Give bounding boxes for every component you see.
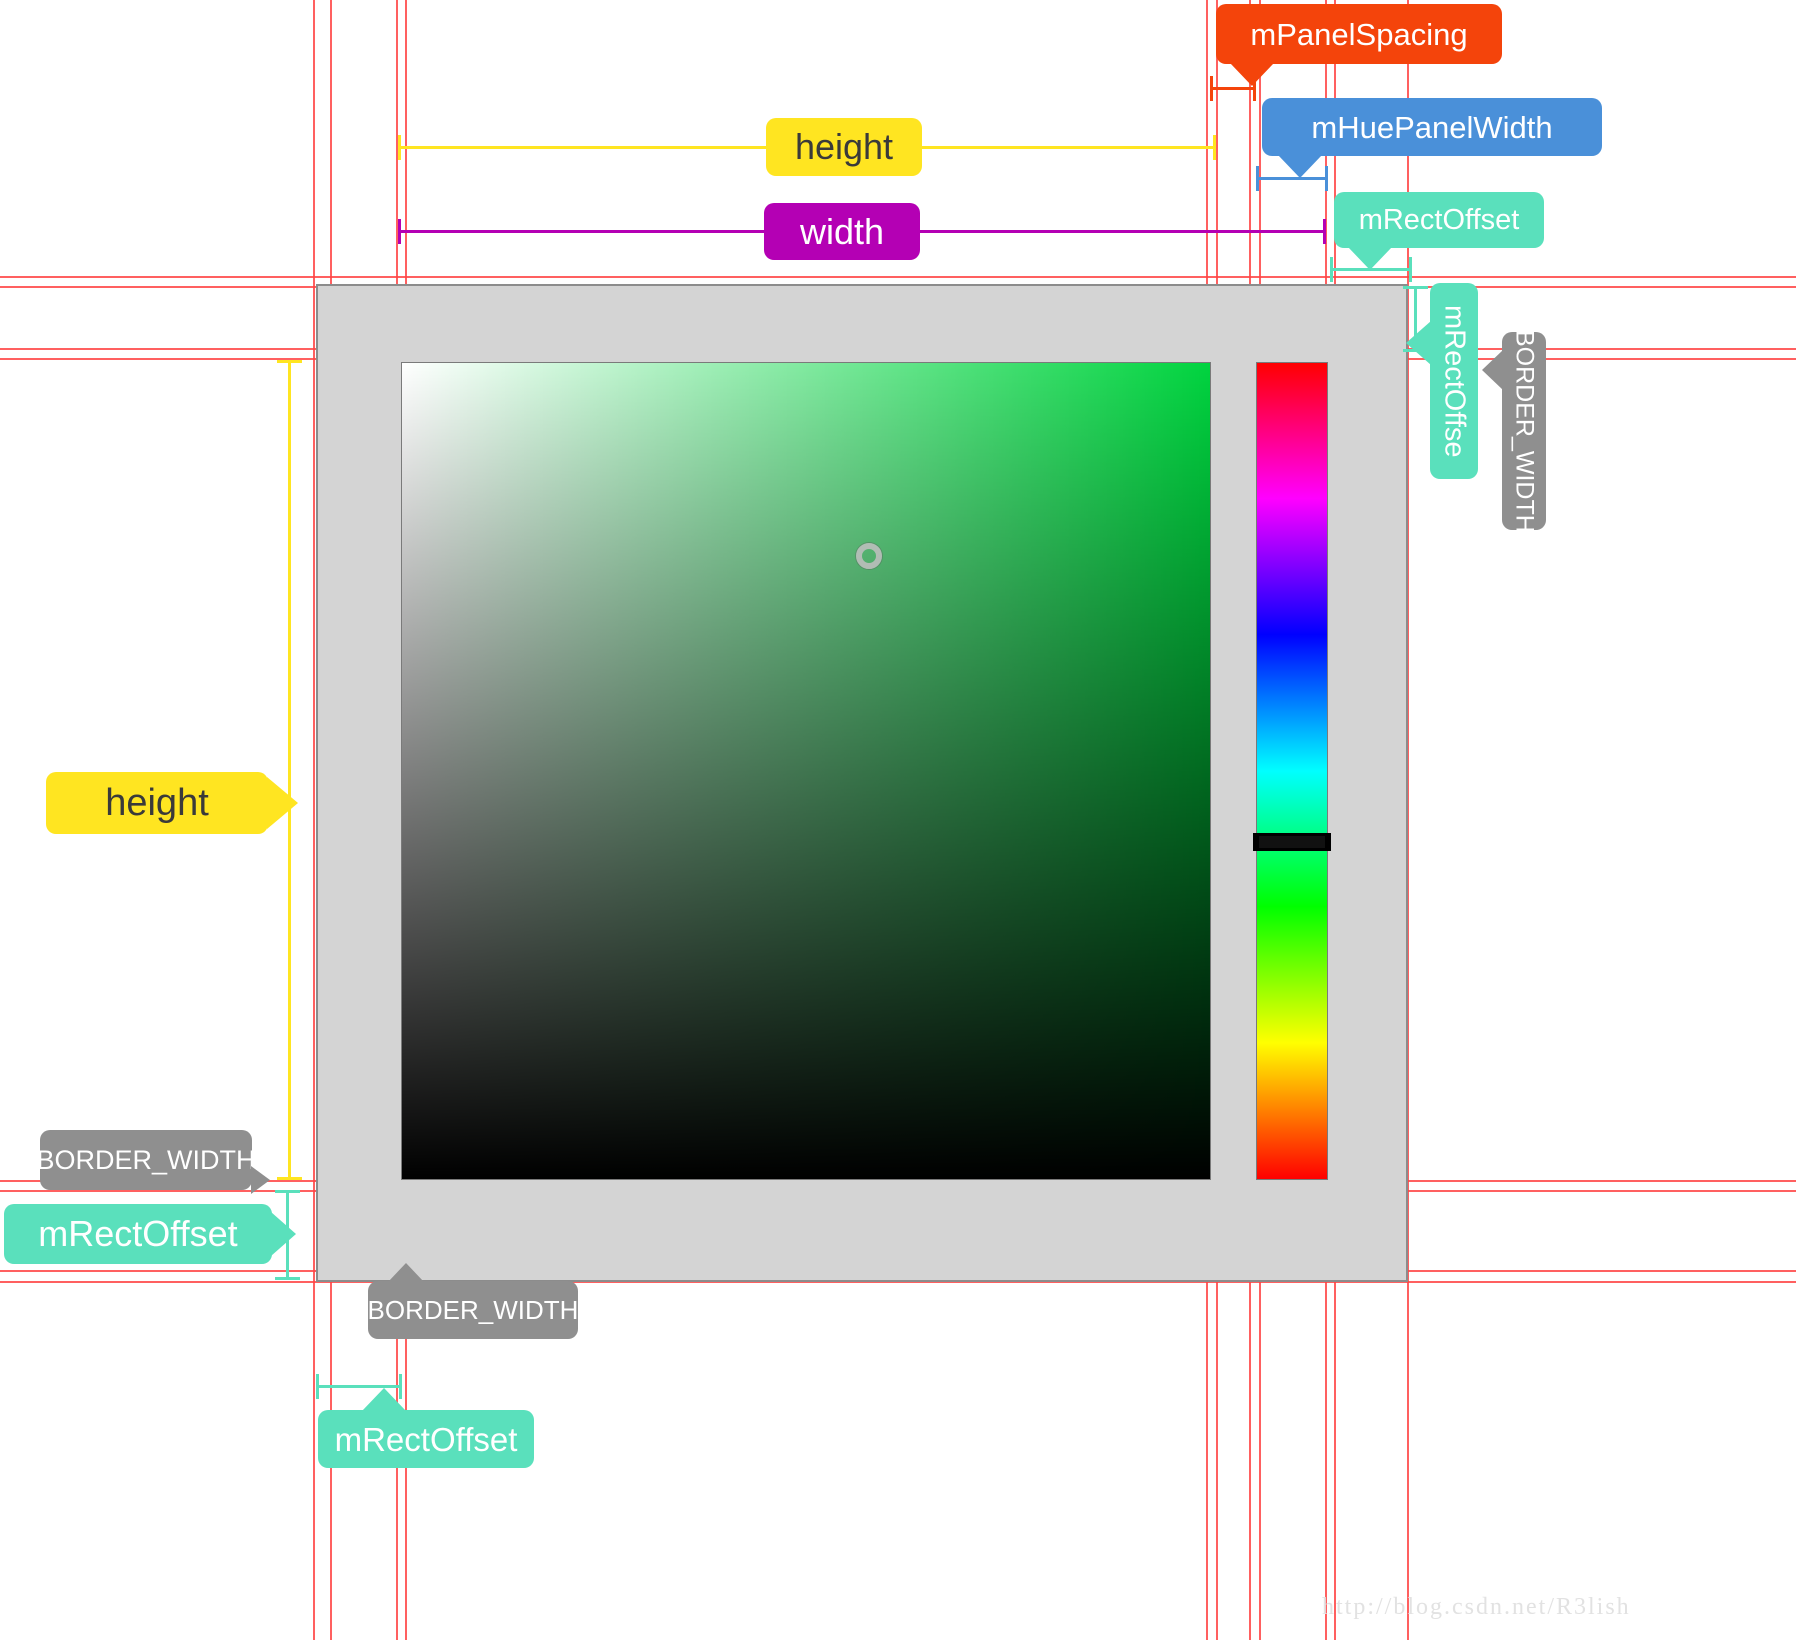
callout-height-top-label: height [794, 126, 894, 167]
callout-border-width-left-label: BORDER_WIDTH [36, 1144, 256, 1175]
callout-hue-panel-width-label: mHuePanelWidth [1311, 109, 1553, 145]
dimension-cap-icon [316, 1374, 319, 1399]
callout-width-top-label: width [799, 210, 885, 252]
dimension-cap-icon [275, 1190, 300, 1193]
hue-panel[interactable] [1256, 362, 1328, 1180]
callout-tail-right-icon [271, 1212, 296, 1256]
dimension-rect-offset-top-right [1330, 257, 1412, 282]
callout-rect-offset-bottom-label: mRectOffset [334, 1420, 518, 1458]
callout-height-left: height [46, 772, 298, 834]
dimension-cap-icon [398, 219, 401, 244]
callout-width-top: width [764, 203, 920, 260]
callout-tail-right-icon [267, 777, 298, 829]
callout-rect-offset-right-label: mRectOffse [1438, 304, 1471, 458]
callout-rect-offset-left: mRectOffset [4, 1204, 296, 1264]
watermark-text: http://blog.csdn.net/R3lish [1322, 1594, 1631, 1620]
dimension-cap-icon [1210, 76, 1213, 101]
callout-rect-offset-bottom: mRectOffset [318, 1388, 534, 1468]
callout-hue-panel-width: mHuePanelWidth [1262, 98, 1602, 178]
dimension-height-left [277, 360, 302, 1180]
sat-val-tracker[interactable] [856, 543, 882, 569]
value-gradient-layer [402, 363, 1210, 1179]
guide-line-horizontal [0, 276, 1796, 278]
callout-height-left-label: height [105, 782, 209, 824]
color-picker-annotation-diagram: mPanelSpacing mHuePanelWidth mRectOffset… [0, 0, 1796, 1640]
callout-border-width-left: BORDER_WIDTH [37, 1130, 270, 1194]
callout-tail-left-icon [1482, 350, 1503, 390]
callout-tail-down-icon [1348, 247, 1392, 270]
callout-rect-offset-right: mRectOffse [1406, 283, 1478, 479]
dimension-cap-icon [1256, 166, 1259, 191]
callout-tail-left-icon [1406, 321, 1431, 365]
callout-tail-right-icon [251, 1166, 270, 1194]
dimension-cap-icon [1330, 257, 1333, 282]
callout-height-top: height [766, 118, 922, 176]
callout-rect-offset-top-right: mRectOffset [1334, 192, 1544, 270]
callout-border-width-right-label: BORDER_WIDTH [1510, 329, 1539, 533]
dimension-cap-icon [1409, 257, 1412, 282]
dimension-cap-icon [1325, 166, 1328, 191]
dimension-cap-icon [277, 1177, 302, 1180]
callout-tail-down-icon [1230, 63, 1274, 86]
dimension-cap-icon [1213, 135, 1216, 160]
dimension-cap-icon [1323, 219, 1326, 244]
callout-border-width-right: BORDER_WIDTH [1482, 329, 1546, 533]
callout-tail-up-icon [362, 1388, 406, 1411]
dimension-cap-icon [398, 135, 401, 160]
callout-tail-down-icon [1278, 155, 1322, 178]
callout-panel-spacing-label: mPanelSpacing [1250, 16, 1468, 52]
callout-rect-offset-top-right-label: mRectOffset [1358, 203, 1520, 236]
dimension-cap-icon [1253, 76, 1256, 101]
callout-border-width-bottom: BORDER_WIDTH [367, 1263, 579, 1339]
callout-tail-up-icon [388, 1263, 424, 1282]
dimension-hue-panel-width [1256, 166, 1328, 191]
callout-rect-offset-left-label: mRectOffset [38, 1213, 238, 1254]
callout-border-width-bottom-label: BORDER_WIDTH [367, 1295, 579, 1325]
dimension-cap-icon [1403, 286, 1428, 289]
guide-line-vertical [313, 0, 315, 1640]
dimension-cap-icon [277, 360, 302, 363]
dimension-cap-icon [275, 1277, 300, 1280]
saturation-value-panel[interactable] [401, 362, 1211, 1180]
dimension-panel-spacing [1210, 76, 1256, 101]
callout-panel-spacing: mPanelSpacing [1216, 4, 1502, 86]
hue-tracker[interactable] [1253, 833, 1331, 851]
